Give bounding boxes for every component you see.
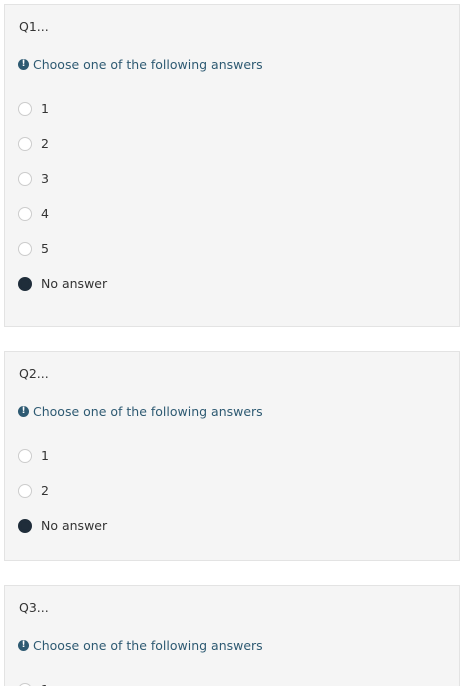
- question-hint: ! Choose one of the following answers: [18, 57, 263, 72]
- answer-option[interactable]: 1: [18, 91, 107, 126]
- answer-option[interactable]: 1: [18, 672, 49, 686]
- hint-text: Choose one of the following answers: [33, 57, 263, 72]
- answer-option-no-answer[interactable]: No answer: [18, 266, 107, 301]
- question-2: Q2... ! Choose one of the following answ…: [4, 351, 460, 561]
- radio-button[interactable]: [18, 448, 32, 463]
- answer-option[interactable]: 5: [18, 231, 107, 266]
- radio-button[interactable]: [18, 682, 32, 686]
- answer-label: 1: [41, 682, 49, 686]
- radio-button[interactable]: [18, 483, 32, 498]
- answer-options: 1 2 No answer: [18, 438, 107, 543]
- exclamation-circle-icon: !: [18, 640, 29, 651]
- answer-option[interactable]: 4: [18, 196, 107, 231]
- answer-option-no-answer[interactable]: No answer: [18, 508, 107, 543]
- answer-options: 1 2 3 4 5 No answer: [18, 91, 107, 301]
- question-title: Q1...: [19, 19, 49, 34]
- survey-page: Q1... ! Choose one of the following answ…: [0, 0, 463, 686]
- answer-label: No answer: [41, 518, 108, 533]
- question-title: Q3...: [19, 600, 49, 615]
- answer-label: 5: [41, 241, 49, 256]
- radio-button[interactable]: [18, 101, 32, 116]
- answer-label: 2: [41, 483, 49, 498]
- answer-options: 1: [18, 672, 49, 686]
- answer-label: 1: [41, 101, 49, 116]
- exclamation-circle-icon: !: [18, 59, 29, 70]
- question-3: Q3... ! Choose one of the following answ…: [4, 585, 460, 686]
- question-hint: ! Choose one of the following answers: [18, 404, 263, 419]
- answer-label: 2: [41, 136, 49, 151]
- question-hint: ! Choose one of the following answers: [18, 638, 263, 653]
- answer-label: No answer: [41, 276, 108, 291]
- question-title: Q2...: [19, 366, 49, 381]
- answer-label: 3: [41, 171, 49, 186]
- radio-button[interactable]: [18, 206, 32, 221]
- answer-option[interactable]: 2: [18, 126, 107, 161]
- radio-button[interactable]: [18, 171, 32, 186]
- answer-option[interactable]: 1: [18, 438, 107, 473]
- radio-button[interactable]: [18, 241, 32, 256]
- answer-label: 1: [41, 448, 49, 463]
- question-1: Q1... ! Choose one of the following answ…: [4, 4, 460, 327]
- radio-button-selected[interactable]: [18, 518, 32, 533]
- hint-text: Choose one of the following answers: [33, 404, 263, 419]
- hint-text: Choose one of the following answers: [33, 638, 263, 653]
- radio-button[interactable]: [18, 136, 32, 151]
- answer-label: 4: [41, 206, 49, 221]
- answer-option[interactable]: 2: [18, 473, 107, 508]
- radio-button-selected[interactable]: [18, 276, 32, 291]
- answer-option[interactable]: 3: [18, 161, 107, 196]
- exclamation-circle-icon: !: [18, 406, 29, 417]
